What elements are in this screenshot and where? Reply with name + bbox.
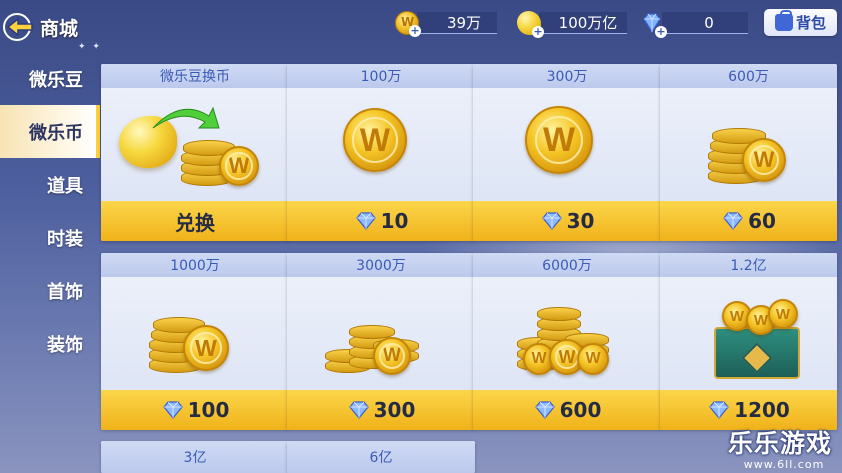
buy-button[interactable]: 600 bbox=[473, 390, 661, 430]
coin-balance-value: 39万 bbox=[417, 12, 497, 34]
buy-button[interactable]: 30 bbox=[473, 201, 661, 241]
sidebar-item-label: 微乐币 bbox=[29, 122, 83, 144]
coin-stack-art: W bbox=[101, 277, 289, 390]
coin-pile-large-art: W W W bbox=[473, 277, 661, 390]
coin-chest-art: W W W bbox=[660, 277, 837, 390]
product-card-5[interactable]: 3000万 W 300 bbox=[287, 253, 475, 430]
category-sidebar: 微乐豆 微乐币 道具 时装 首饰 装饰 bbox=[0, 52, 100, 370]
exchange-art: W bbox=[101, 88, 289, 201]
product-title: 600万 bbox=[660, 64, 837, 88]
product-title: 微乐豆换币 bbox=[101, 64, 289, 88]
product-price: 100 bbox=[187, 398, 230, 422]
w-coin-icon: W bbox=[183, 325, 229, 371]
w-coin-icon: W bbox=[577, 343, 609, 375]
sparkle-icon: ✦ ✦ bbox=[78, 42, 102, 52]
watermark-text: 乐乐游戏 bbox=[728, 429, 833, 458]
w-coin-icon: W bbox=[373, 337, 411, 375]
diamond-balance-value: 0 bbox=[662, 12, 748, 34]
product-card-4[interactable]: 1000万 W 100 bbox=[101, 253, 289, 430]
watermark-url: www.6ll.com bbox=[743, 458, 825, 471]
product-card-exchange[interactable]: 微乐豆换币 W 兑换 bbox=[101, 64, 289, 241]
diamond-icon bbox=[348, 401, 369, 419]
bag-icon bbox=[774, 10, 793, 31]
diamond-icon bbox=[355, 212, 376, 230]
w-coin-icon: W bbox=[525, 106, 593, 174]
product-price: 300 bbox=[373, 398, 416, 422]
sidebar-item-coins[interactable]: 微乐币 bbox=[0, 105, 100, 158]
sidebar-item-fashion[interactable]: 时装 bbox=[0, 211, 100, 264]
diamond-icon bbox=[541, 212, 562, 230]
product-card-2[interactable]: 300万 W 30 bbox=[473, 64, 661, 241]
coin-pile-art: W bbox=[287, 277, 475, 390]
sidebar-item-label: 装饰 bbox=[47, 334, 83, 356]
bean-balance[interactable]: + 100万亿 bbox=[517, 11, 627, 38]
diamond-icon bbox=[723, 212, 743, 230]
w-coin-icon: W bbox=[219, 146, 259, 186]
back-button[interactable]: 商城 bbox=[0, 8, 100, 46]
coin-art: W bbox=[287, 88, 475, 201]
bag-button[interactable]: 背包 bbox=[764, 9, 837, 36]
product-title: 3亿 bbox=[101, 441, 289, 473]
product-card-3[interactable]: 600万 W 60 bbox=[660, 64, 837, 241]
product-title: 1000万 bbox=[101, 253, 289, 277]
buy-button[interactable]: 10 bbox=[287, 201, 475, 241]
site-watermark: 乐乐游戏 www.6ll.com bbox=[728, 424, 840, 471]
coin-stack-art: W bbox=[660, 88, 837, 201]
buy-button[interactable]: 60 bbox=[660, 201, 837, 241]
bean-icon: + bbox=[517, 11, 544, 38]
diamond-icon bbox=[534, 401, 555, 419]
diamond-balance[interactable]: + 0 bbox=[640, 11, 748, 38]
diamond-icon bbox=[709, 401, 729, 419]
sidebar-item-beans[interactable]: 微乐豆 bbox=[0, 52, 100, 105]
sidebar-item-label: 首饰 bbox=[47, 281, 83, 303]
product-title: 6000万 bbox=[473, 253, 661, 277]
product-title: 100万 bbox=[287, 64, 475, 88]
product-price: 10 bbox=[380, 209, 409, 233]
product-price: 60 bbox=[748, 209, 776, 233]
w-coin-icon: W + bbox=[395, 11, 421, 37]
sidebar-item-label: 微乐豆 bbox=[29, 69, 83, 91]
product-title: 3000万 bbox=[287, 253, 475, 277]
product-price: 30 bbox=[566, 209, 595, 233]
sidebar-item-jewelry[interactable]: 首饰 bbox=[0, 264, 100, 317]
product-card-6[interactable]: 6000万 W W W 600 bbox=[473, 253, 661, 430]
buy-button[interactable]: 100 bbox=[101, 390, 289, 430]
product-price: 600 bbox=[559, 398, 602, 422]
w-coin-icon: W bbox=[742, 138, 786, 182]
coin-art: W bbox=[473, 88, 661, 201]
product-card-9[interactable]: 6亿 bbox=[287, 441, 475, 473]
diamond-icon bbox=[162, 401, 183, 419]
product-title: 300万 bbox=[473, 64, 661, 88]
back-arrow-icon bbox=[2, 12, 36, 42]
product-price: 1200 bbox=[734, 398, 790, 422]
product-title: 1.2亿 bbox=[660, 253, 837, 277]
page-title: 商城 bbox=[40, 17, 79, 40]
sidebar-item-props[interactable]: 道具 bbox=[0, 158, 100, 211]
product-card-7[interactable]: 1.2亿 W W W 1200 bbox=[660, 253, 837, 430]
bag-label: 背包 bbox=[795, 14, 826, 32]
product-price: 兑换 bbox=[175, 210, 215, 235]
product-title: 6亿 bbox=[287, 441, 475, 473]
coin-balance[interactable]: W + 39万 bbox=[395, 11, 497, 37]
sidebar-item-decor[interactable]: 装饰 bbox=[0, 317, 100, 370]
sidebar-item-label: 时装 bbox=[47, 228, 83, 250]
buy-button[interactable]: 300 bbox=[287, 390, 475, 430]
bean-balance-value: 100万亿 bbox=[539, 12, 627, 34]
w-coin-icon: W bbox=[343, 108, 407, 172]
product-card-8[interactable]: 3亿 bbox=[101, 441, 289, 473]
exchange-button[interactable]: 兑换 bbox=[101, 201, 289, 241]
arrow-icon bbox=[152, 106, 220, 129]
product-card-1[interactable]: 100万 W 10 bbox=[287, 64, 475, 241]
diamond-icon: + bbox=[640, 11, 667, 38]
sidebar-item-label: 道具 bbox=[47, 175, 83, 197]
